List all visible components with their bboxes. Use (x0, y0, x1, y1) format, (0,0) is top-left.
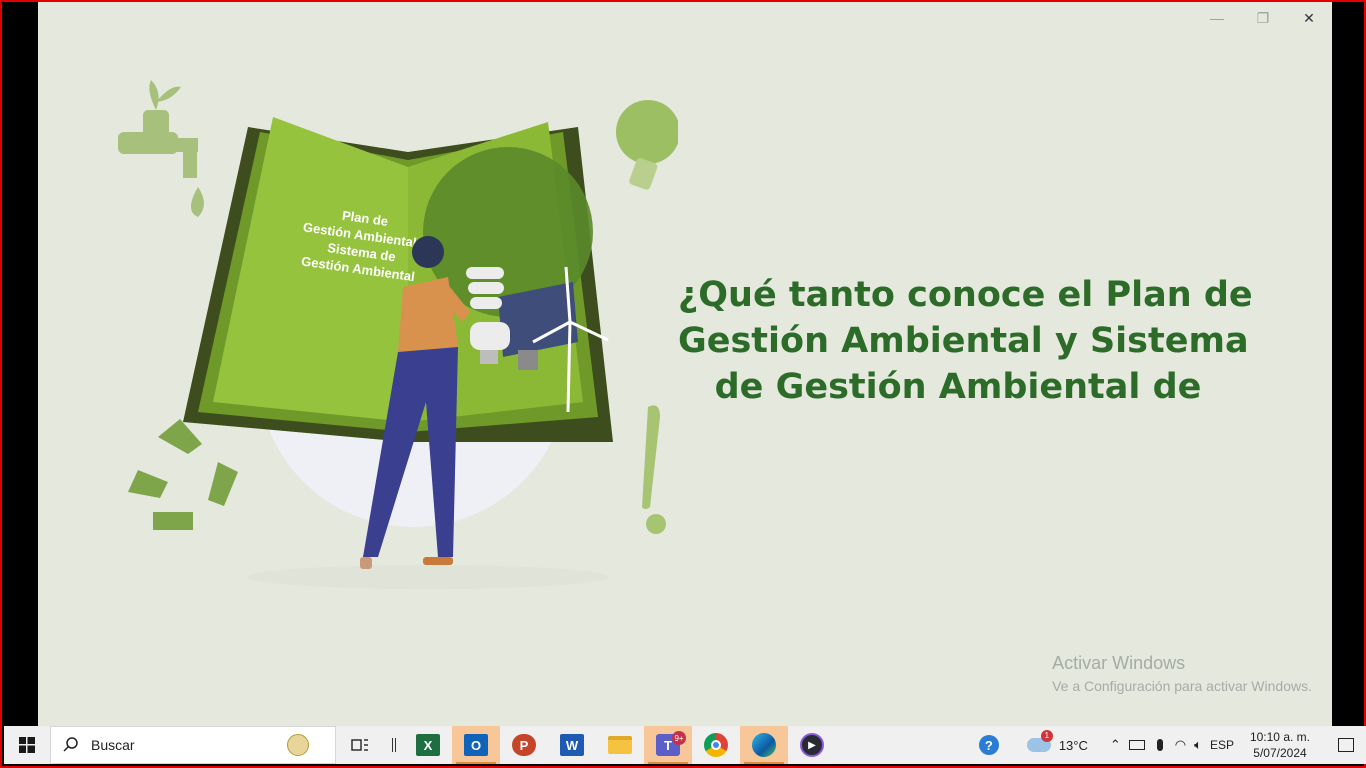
divider-icon (392, 738, 396, 752)
battery-icon[interactable] (1128, 740, 1145, 750)
headline-line-2: Gestión Ambiental y Sistema (678, 321, 1249, 361)
clock-date: 5/07/2024 (1253, 746, 1307, 760)
wifi-icon[interactable]: ◠ (1175, 737, 1186, 753)
headline-line-1: ¿Qué tanto conoce el Plan de (678, 275, 1253, 315)
teams-app[interactable]: T 9+ (644, 726, 692, 764)
task-view-button[interactable] (336, 726, 384, 764)
file-explorer-app[interactable] (596, 726, 644, 764)
clock[interactable]: 10:10 a. m. 5/07/2024 (1242, 729, 1318, 761)
microphone-icon[interactable] (1156, 739, 1163, 751)
search-icon (63, 737, 78, 752)
notification-icon (1338, 738, 1354, 752)
taskbar-search[interactable]: Buscar (50, 726, 336, 764)
outlook-icon: O (464, 734, 488, 756)
search-placeholder: Buscar (91, 737, 135, 753)
task-view-icon (351, 739, 368, 751)
window-controls: — ❐ ✕ (1194, 2, 1332, 34)
faucet-icon (118, 80, 204, 217)
clock-time: 10:10 a. m. (1249, 730, 1310, 744)
activate-windows-watermark: Activar Windows Ve a Configuración para … (1052, 653, 1312, 694)
powerpoint-icon: P (512, 734, 536, 756)
chevron-up-icon[interactable]: ⌃ (1110, 737, 1121, 753)
watermark-subtitle: Ve a Configuración para activar Windows. (1052, 678, 1312, 694)
excel-icon: X (416, 734, 440, 756)
windows-logo-icon (19, 737, 35, 753)
language-indicator[interactable]: ESP (1210, 738, 1234, 752)
powerpoint-app[interactable]: P (500, 726, 548, 764)
screen-frame: — ❐ ✕ Plan de Gestión Ambiental y Sistem… (0, 0, 1366, 768)
emblem-icon (287, 734, 309, 756)
edge-icon (752, 733, 776, 757)
notifications-button[interactable] (1326, 726, 1366, 764)
chrome-app[interactable] (692, 726, 740, 764)
weather-badge: 1 (1040, 729, 1053, 742)
word-icon: W (560, 734, 584, 756)
lightbulb-icon (616, 100, 678, 190)
help-icon[interactable]: ? (978, 735, 999, 755)
slide-headline: ¿Qué tanto conoce el Plan de Gestión Amb… (678, 272, 1253, 410)
exclamation-icon (642, 405, 666, 534)
weather-temp: 13°C (1058, 737, 1088, 753)
chrome-icon (704, 733, 728, 757)
close-button[interactable]: ✕ (1286, 2, 1332, 34)
minimize-button[interactable]: — (1194, 2, 1240, 34)
widgets-button[interactable] (384, 726, 404, 764)
excel-app[interactable]: X (404, 726, 452, 764)
system-tray: ? 1 13°C ⌃ ◠ 🔈︎ ESP 10:10 a. m. 5/07/202… (978, 726, 1366, 764)
edge-app[interactable] (740, 726, 788, 764)
restore-button[interactable]: ❐ (1240, 2, 1286, 34)
teams-badge: 9+ (672, 731, 686, 745)
start-button[interactable] (4, 726, 50, 764)
folder-icon (608, 736, 632, 754)
volume-icon[interactable]: 🔈︎ (1194, 737, 1202, 753)
media-player-app[interactable]: ▶ (788, 726, 836, 764)
outlook-app[interactable]: O (452, 726, 500, 764)
play-icon: ▶ (800, 733, 824, 757)
environment-illustration: Plan de Gestión Ambiental y Sistema de G… (118, 80, 678, 589)
weather-widget[interactable]: 1 13°C (1026, 729, 1088, 753)
word-app[interactable]: W (548, 726, 596, 764)
presentation-slide: — ❐ ✕ Plan de Gestión Ambiental y Sistem… (38, 2, 1332, 728)
headline-line-3: de Gestión Ambiental de (714, 367, 1202, 407)
recycle-icon (128, 419, 238, 530)
taskbar: Buscar X O P W T 9+ ▶ ? 1 13°C ⌃ ◠ 🔈︎ ES… (4, 726, 1366, 764)
watermark-title: Activar Windows (1052, 653, 1186, 673)
